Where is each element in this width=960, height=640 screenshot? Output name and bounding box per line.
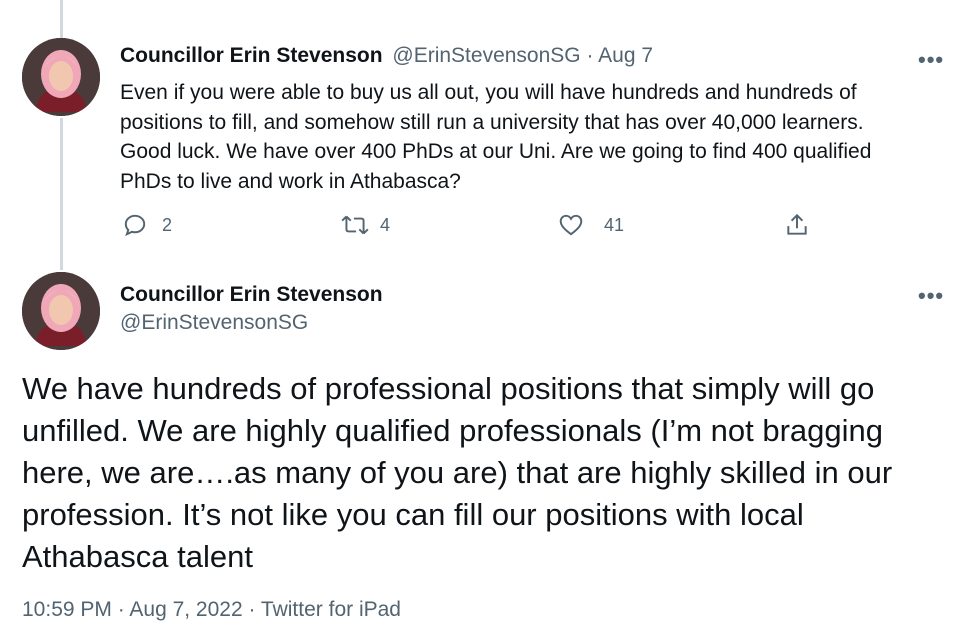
reply-button[interactable]: 2 xyxy=(122,212,172,238)
share-button[interactable] xyxy=(784,212,810,238)
reply-author-name[interactable]: Councillor Erin Stevenson xyxy=(120,44,383,67)
main-handle[interactable]: @ErinStevensonSG xyxy=(120,311,308,335)
thread-line-top xyxy=(60,0,63,38)
main-author-row: Councillor Erin Stevenson xyxy=(120,283,383,307)
retweet-count: 4 xyxy=(380,214,391,235)
thread-line xyxy=(60,118,63,270)
reply-author-row: Councillor Erin Stevenson @ErinStevenson… xyxy=(120,44,653,68)
retweet-icon xyxy=(341,215,369,235)
like-icon xyxy=(559,214,583,236)
retweet-button[interactable]: 4 xyxy=(340,212,390,238)
avatar[interactable] xyxy=(22,38,100,116)
more-icon[interactable]: ••• xyxy=(918,47,944,73)
share-icon xyxy=(787,213,807,235)
reply-count: 2 xyxy=(162,214,173,235)
like-count: 41 xyxy=(604,214,625,235)
main-author-name[interactable]: Councillor Erin Stevenson xyxy=(120,283,383,306)
more-icon[interactable]: ••• xyxy=(918,283,944,309)
tweet-timestamp[interactable]: 10:59 PM · Aug 7, 2022 · Twitter for iPa… xyxy=(22,598,401,622)
like-button[interactable]: 41 xyxy=(558,212,624,238)
avatar[interactable] xyxy=(22,272,100,350)
reply-handle-date[interactable]: @ErinStevensonSG · Aug 7 xyxy=(392,44,653,67)
main-tweet-text: We have hundreds of professional positio… xyxy=(22,371,893,574)
reply-tweet-text: Even if you were able to buy us all out,… xyxy=(120,81,872,193)
reply-icon xyxy=(124,214,146,237)
